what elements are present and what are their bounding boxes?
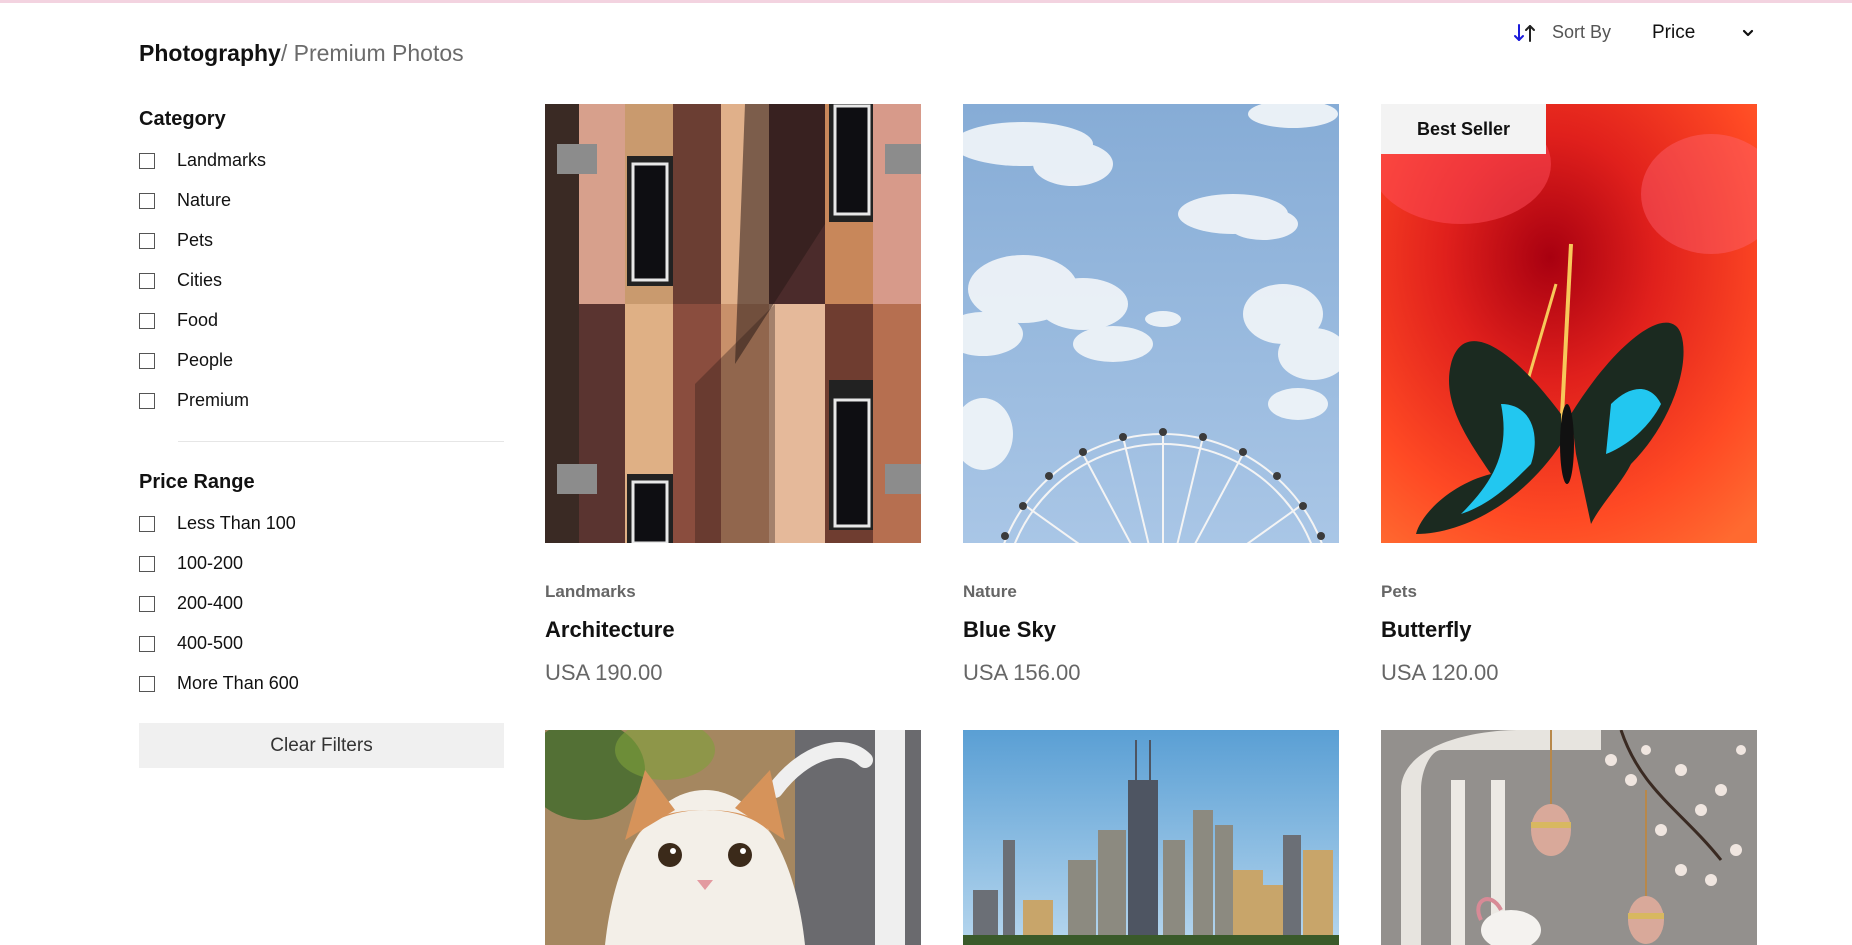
product-title[interactable]: Architecture bbox=[545, 617, 675, 643]
best-seller-badge: Best Seller bbox=[1381, 104, 1546, 154]
product-card-city[interactable] bbox=[963, 730, 1339, 945]
product-title[interactable]: Blue Sky bbox=[963, 617, 1056, 643]
filter-label: Food bbox=[177, 310, 219, 330]
checkbox[interactable] bbox=[139, 636, 155, 652]
checkbox[interactable] bbox=[139, 313, 155, 329]
checkbox[interactable] bbox=[139, 153, 155, 169]
price-range-heading: Price Range bbox=[139, 471, 255, 493]
filter-category-pets[interactable]: Pets bbox=[139, 230, 459, 256]
product-image-butterfly[interactable]: Best Seller bbox=[1381, 104, 1757, 543]
checkbox[interactable] bbox=[139, 233, 155, 249]
filter-price-400-500[interactable]: 400-500 bbox=[139, 633, 459, 659]
chevron-down-icon bbox=[1742, 29, 1754, 37]
filter-price-200-400[interactable]: 200-400 bbox=[139, 593, 459, 619]
filter-label: Less Than 100 bbox=[177, 513, 296, 533]
product-category: Pets bbox=[1381, 582, 1417, 601]
sort-arrows-icon[interactable] bbox=[1512, 21, 1538, 45]
product-price: USA 156.00 bbox=[963, 660, 1081, 685]
breadcrumb-separator: / bbox=[280, 40, 294, 66]
filter-label: 200-400 bbox=[177, 593, 244, 613]
product-card-easter[interactable] bbox=[1381, 730, 1757, 945]
filter-label: Landmarks bbox=[177, 150, 267, 170]
sort-select[interactable]: Price bbox=[1652, 18, 1756, 48]
product-card-cat[interactable] bbox=[545, 730, 921, 945]
sort-by-label: Sort By bbox=[1552, 22, 1612, 42]
filter-label: Premium bbox=[177, 390, 250, 410]
checkbox[interactable] bbox=[139, 676, 155, 692]
breadcrumb-current: Premium Photos bbox=[293, 40, 464, 66]
checkbox[interactable] bbox=[139, 273, 155, 289]
filter-category-premium[interactable]: Premium bbox=[139, 390, 459, 416]
filter-divider bbox=[178, 441, 504, 442]
product-card-architecture[interactable]: Landmarks Architecture USA 190.00 bbox=[545, 104, 921, 685]
category-heading: Category bbox=[139, 108, 226, 130]
product-category: Landmarks bbox=[545, 582, 636, 601]
product-category: Nature bbox=[963, 582, 1017, 601]
sort-control: Sort By Price bbox=[1512, 18, 1756, 48]
product-image-easter[interactable] bbox=[1381, 730, 1757, 945]
filter-category-nature[interactable]: Nature bbox=[139, 190, 459, 216]
product-image-architecture[interactable] bbox=[545, 104, 921, 543]
checkbox[interactable] bbox=[139, 393, 155, 409]
product-image-cat[interactable] bbox=[545, 730, 921, 945]
filter-category-cities[interactable]: Cities bbox=[139, 270, 459, 296]
filter-label: More Than 600 bbox=[177, 673, 299, 693]
filter-category-food[interactable]: Food bbox=[139, 310, 459, 336]
filter-label: Pets bbox=[177, 230, 214, 250]
product-price: USA 120.00 bbox=[1381, 660, 1499, 685]
checkbox[interactable] bbox=[139, 353, 155, 369]
filter-label: Cities bbox=[177, 270, 223, 290]
product-price: USA 190.00 bbox=[545, 660, 663, 685]
filter-label: 400-500 bbox=[177, 633, 244, 653]
checkbox[interactable] bbox=[139, 516, 155, 532]
checkbox[interactable] bbox=[139, 193, 155, 209]
filter-price-more-than-600[interactable]: More Than 600 bbox=[139, 673, 459, 699]
filter-label: Nature bbox=[177, 190, 232, 210]
filter-label: 100-200 bbox=[177, 553, 244, 573]
breadcrumb: Photography/ Premium Photos bbox=[139, 40, 464, 67]
filter-price-less-than-100[interactable]: Less Than 100 bbox=[139, 513, 459, 539]
clear-filters-button[interactable]: Clear Filters bbox=[139, 723, 504, 768]
filter-category-landmarks[interactable]: Landmarks bbox=[139, 150, 459, 176]
sort-selected-value: Price bbox=[1652, 22, 1696, 43]
product-title[interactable]: Butterfly bbox=[1381, 617, 1471, 643]
breadcrumb-main[interactable]: Photography bbox=[139, 40, 281, 66]
product-card-blue-sky[interactable]: Nature Blue Sky USA 156.00 bbox=[963, 104, 1339, 685]
filter-price-100-200[interactable]: 100-200 bbox=[139, 553, 459, 579]
product-card-butterfly[interactable]: Best Seller Pets Butterfly USA 120.00 bbox=[1381, 104, 1757, 685]
product-image-blue-sky[interactable] bbox=[963, 104, 1339, 543]
top-accent-line bbox=[0, 0, 1852, 3]
product-image-city[interactable] bbox=[963, 730, 1339, 945]
checkbox[interactable] bbox=[139, 556, 155, 572]
filter-category-people[interactable]: People bbox=[139, 350, 459, 376]
filter-label: People bbox=[177, 350, 234, 370]
checkbox[interactable] bbox=[139, 596, 155, 612]
